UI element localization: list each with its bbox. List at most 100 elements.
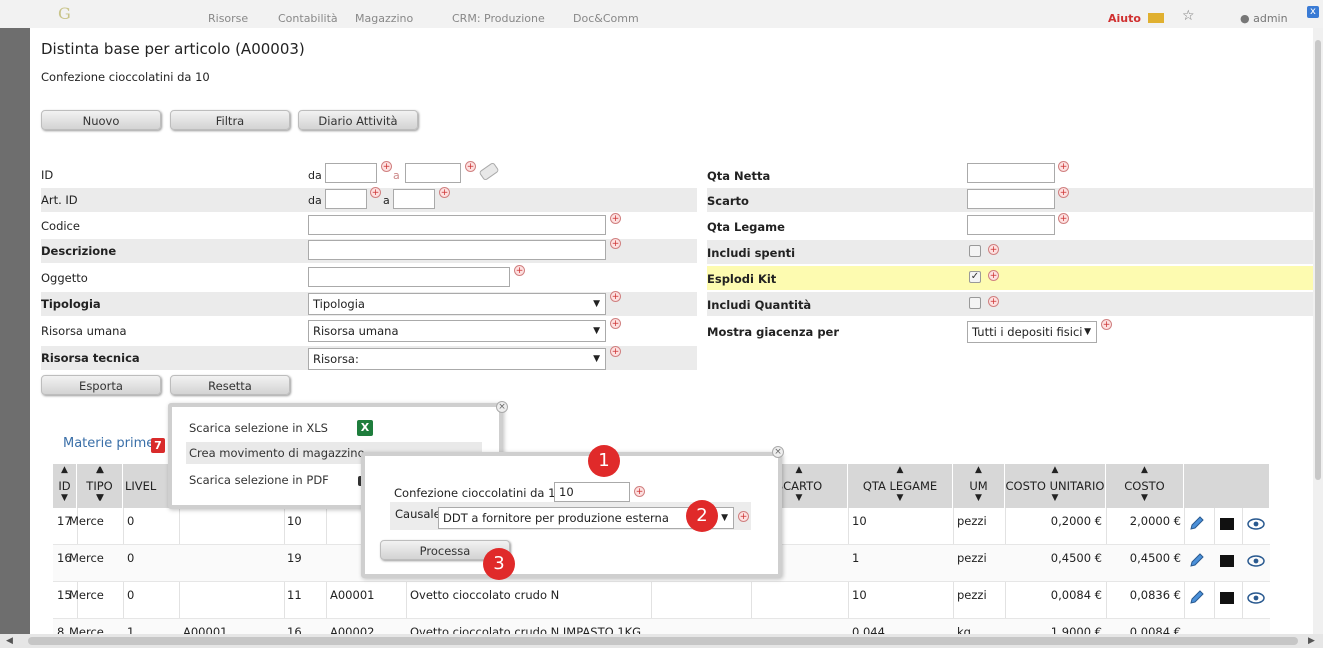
menu-item-movement[interactable]: Crea movimento di magazzino [189, 446, 365, 460]
help-link[interactable]: Aiuto [1108, 12, 1141, 25]
sort-up-icon[interactable]: ▲ [1005, 465, 1105, 475]
codice-add-icon[interactable]: + [610, 213, 621, 224]
col-header-um[interactable]: ▲ UM ▼ [953, 464, 1005, 508]
excel-icon[interactable]: X [357, 420, 373, 436]
menu-risorse[interactable]: Risorse [208, 12, 248, 25]
menu-crm-produzione[interactable]: CRM: Produzione [452, 12, 545, 25]
sort-up-icon[interactable]: ▲ [953, 465, 1004, 475]
sort-up-icon[interactable]: ▲ [1106, 465, 1183, 475]
eye-icon[interactable] [1247, 592, 1265, 604]
new-button[interactable]: Nuovo [41, 110, 161, 130]
color-swatch-icon[interactable] [1220, 592, 1234, 604]
vertical-scrollbar[interactable] [1313, 28, 1323, 640]
includi-quantita-add-icon[interactable]: + [988, 296, 999, 307]
qta-netta-add-icon[interactable]: + [1058, 161, 1069, 172]
filter-button[interactable]: Filtra [170, 110, 290, 130]
movement-popup-close-icon[interactable]: × [772, 446, 784, 458]
cell-qta-legame: 10 [852, 588, 867, 602]
qta-netta-input[interactable] [967, 163, 1055, 183]
sort-down-icon[interactable]: ▼ [848, 493, 952, 503]
col-header-costo-unitario[interactable]: ▲ COSTO UNITARIO ▼ [1005, 464, 1106, 508]
menu-doc-comm[interactable]: Doc&Comm [573, 12, 639, 25]
tab-materie-prime[interactable]: Materie prime [63, 436, 154, 451]
activity-log-button[interactable]: Diario Attività [298, 110, 418, 130]
star-icon[interactable]: ☆ [1182, 8, 1195, 24]
tipologia-select[interactable]: Tipologia ▼ [308, 293, 606, 315]
horizontal-scrollbar[interactable]: ◀ ▶ [0, 634, 1323, 648]
horizontal-scroll-thumb[interactable] [28, 637, 1298, 645]
eye-icon[interactable] [1247, 518, 1265, 530]
causale-select-value: DDT a fornitore per produzione esterna [443, 511, 669, 525]
edit-icon[interactable] [1189, 515, 1205, 531]
scroll-right-icon[interactable]: ▶ [1308, 636, 1315, 646]
id-from-add-icon[interactable]: + [381, 161, 392, 172]
sort-up-icon[interactable]: ▲ [97, 465, 178, 475]
col-header-costo[interactable]: ▲ COSTO ▼ [1106, 464, 1184, 508]
art-id-to-add-icon[interactable]: + [439, 187, 450, 198]
filter-row-risorsa-tecnica: Risorsa tecnica Risorsa: ▼ + [41, 346, 697, 370]
sort-down-icon[interactable]: ▼ [53, 493, 76, 503]
sort-down-icon[interactable]: ▼ [97, 493, 178, 503]
oggetto-input[interactable] [308, 267, 510, 287]
risorsa-tecnica-select[interactable]: Risorsa: ▼ [308, 348, 606, 370]
user-menu[interactable]: ● admin [1240, 12, 1288, 25]
eye-icon[interactable] [1247, 555, 1265, 567]
mostra-giacenza-add-icon[interactable]: + [1101, 319, 1112, 330]
tipologia-label: Tipologia [41, 297, 101, 311]
col-header-id[interactable]: ▲ ID ▼ [53, 464, 77, 508]
col-header-qta-legame[interactable]: ▲ QTA LEGAME ▼ [848, 464, 953, 508]
oggetto-add-icon[interactable]: + [514, 265, 525, 276]
art-id-to-label: a [383, 194, 390, 207]
art-id-from-input[interactable] [325, 189, 367, 209]
scarto-input[interactable] [967, 189, 1055, 209]
esplodi-kit-add-icon[interactable]: + [988, 270, 999, 281]
color-swatch-icon[interactable] [1220, 555, 1234, 567]
qta-legame-input[interactable] [967, 215, 1055, 235]
tipologia-add-icon[interactable]: + [610, 291, 621, 302]
includi-quantita-checkbox[interactable] [969, 297, 981, 309]
causale-add-icon[interactable]: + [738, 511, 749, 522]
id-to-input[interactable] [405, 163, 461, 183]
mail-icon[interactable] [1148, 13, 1164, 23]
sort-up-icon[interactable]: ▲ [848, 465, 952, 475]
codice-input[interactable] [308, 215, 606, 235]
mostra-giacenza-select[interactable]: Tutti i depositi fisici ▼ [967, 321, 1097, 343]
art-id-from-add-icon[interactable]: + [370, 187, 381, 198]
risorsa-umana-select[interactable]: Risorsa umana ▼ [308, 320, 606, 342]
esplodi-kit-checkbox[interactable]: ✓ [969, 271, 981, 283]
qty-add-icon[interactable]: + [634, 486, 645, 497]
edit-icon[interactable] [1189, 589, 1205, 605]
sort-down-icon[interactable]: ▼ [1005, 493, 1105, 503]
menu-item-pdf[interactable]: Scarica selezione in PDF [189, 473, 329, 487]
includi-spenti-add-icon[interactable]: + [988, 244, 999, 255]
risorsa-tecnica-add-icon[interactable]: + [610, 346, 621, 357]
eraser-icon[interactable] [478, 161, 500, 182]
descrizione-input[interactable] [308, 240, 606, 260]
app-logo[interactable]: G [58, 4, 71, 23]
export-menu-close-icon[interactable]: × [496, 401, 508, 413]
id-to-add-icon[interactable]: + [465, 161, 476, 172]
reset-button[interactable]: Resetta [170, 375, 290, 395]
descrizione-add-icon[interactable]: + [610, 238, 621, 249]
vertical-scroll-thumb[interactable] [1315, 40, 1321, 480]
menu-magazzino[interactable]: Magazzino [355, 12, 413, 25]
color-swatch-icon[interactable] [1220, 518, 1234, 530]
window-close-icon[interactable]: x [1307, 6, 1319, 18]
table-row[interactable]: 15 Merce 0 11 A00001 Ovetto cioccolato c… [53, 582, 1270, 619]
export-button[interactable]: Esporta [41, 375, 161, 395]
menu-contabilita[interactable]: Contabilità [278, 12, 338, 25]
id-from-input[interactable] [325, 163, 377, 183]
sort-down-icon[interactable]: ▼ [1106, 493, 1183, 503]
edit-icon[interactable] [1189, 552, 1205, 568]
qty-input[interactable]: 10 [554, 482, 630, 502]
art-id-to-input[interactable] [393, 189, 435, 209]
risorsa-umana-add-icon[interactable]: + [610, 318, 621, 329]
qta-legame-add-icon[interactable]: + [1058, 213, 1069, 224]
sort-down-icon[interactable]: ▼ [953, 493, 1004, 503]
scarto-add-icon[interactable]: + [1058, 187, 1069, 198]
filter-row-risorsa-umana: Risorsa umana Risorsa umana ▼ + [41, 318, 697, 343]
sort-up-icon[interactable]: ▲ [53, 465, 76, 475]
scroll-left-icon[interactable]: ◀ [6, 636, 13, 646]
includi-spenti-checkbox[interactable] [969, 245, 981, 257]
menu-item-xls[interactable]: Scarica selezione in XLS [189, 421, 328, 435]
